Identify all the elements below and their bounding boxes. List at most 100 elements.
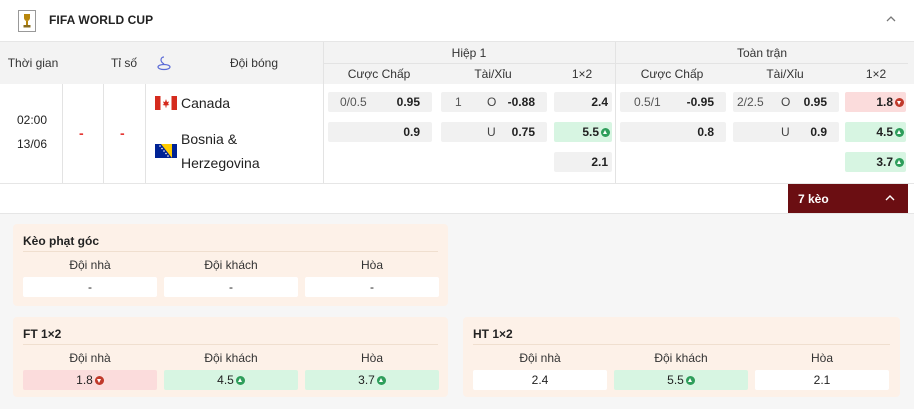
more-odds-bar — [0, 184, 914, 214]
odds-table-header: Thời gian Tỉ số Đội bóng Hiệp 1 Toàn trậ… — [0, 42, 914, 84]
col-half-1x2: 1×2 — [571, 67, 593, 81]
league-header[interactable]: FIFA WORLD CUP — [0, 0, 914, 42]
away-team-name-line1[interactable]: Bosnia & — [181, 131, 237, 147]
col-full-handicap: Cược Chấp — [640, 67, 704, 81]
full-1x2-away[interactable]: 4.5 — [845, 122, 906, 142]
ft-draw-value[interactable]: 3.7 — [305, 370, 439, 390]
arrow-up-icon — [601, 128, 610, 137]
half-handicap-away[interactable]: 0.9 — [328, 122, 432, 142]
more-odds-label: 7 kèo — [798, 192, 829, 206]
full-under[interactable]: U 0.9 — [733, 122, 839, 142]
half-1x2-home[interactable]: 2.4 — [554, 92, 612, 112]
half-under[interactable]: U 0.75 — [441, 122, 547, 142]
score-home: - — [79, 125, 84, 141]
ht-draw-value[interactable]: 2.1 — [755, 370, 889, 390]
value-text: 3.7 — [358, 373, 375, 387]
full-1x2-away-odds: 4.5 — [876, 125, 893, 139]
corner-away-value[interactable]: - — [164, 277, 298, 297]
full-handicap-line: 0.5/1 — [634, 95, 661, 109]
label-draw: Hòa — [360, 258, 383, 272]
match-date: 13/06 — [16, 137, 48, 151]
col-team: Đội bóng — [229, 56, 279, 70]
value-text: - — [88, 280, 92, 294]
expanded-odds-section: Kèo phạt góc Đội nhà Đội khách Hòa - - -… — [0, 214, 914, 409]
corner-home-value[interactable]: - — [23, 277, 157, 297]
half-1x2-draw[interactable]: 2.1 — [554, 152, 612, 172]
label-home: Đội nhà — [519, 351, 561, 365]
value-text: - — [229, 280, 233, 294]
ht-away-value[interactable]: 5.5 — [614, 370, 748, 390]
full-ou-line: 2/2.5 — [737, 95, 764, 109]
arrow-up-icon — [685, 376, 695, 385]
half-under-label: U — [487, 125, 496, 139]
value-text: 2.1 — [813, 373, 831, 387]
half-ou-line: 1 — [455, 95, 462, 109]
full-handicap-away[interactable]: 0.8 — [620, 122, 726, 142]
arrow-up-icon — [376, 376, 386, 385]
arrow-up-icon — [235, 376, 245, 385]
label-draw: Hòa — [360, 351, 383, 365]
group-full: Toàn trận — [736, 46, 788, 60]
ht-1x2-panel: HT 1×2 Đội nhà Đội khách Hòa 2.4 5.5 2.1 — [463, 317, 900, 397]
panel-title: FT 1×2 — [23, 327, 62, 341]
full-handicap-home[interactable]: 0.5/1 -0.95 — [620, 92, 726, 112]
full-1x2-draw[interactable]: 3.7 — [845, 152, 906, 172]
divider — [103, 84, 104, 183]
value-text: 4.5 — [217, 373, 234, 387]
divider — [324, 63, 908, 64]
half-handicap-home[interactable]: 0/0.5 0.95 — [328, 92, 432, 112]
full-1x2-home[interactable]: 1.8 — [845, 92, 906, 112]
col-full-ou: Tài/Xỉu — [766, 67, 804, 81]
half-over-odds: -0.88 — [507, 95, 535, 109]
full-handicap-away-odds: 0.8 — [697, 125, 714, 139]
panel-title: HT 1×2 — [473, 327, 513, 341]
arrow-up-icon — [895, 158, 904, 167]
panel-title: Kèo phạt góc — [23, 234, 100, 248]
stadium-icon — [157, 56, 171, 71]
half-1x2-away[interactable]: 5.5 — [554, 122, 612, 142]
ft-away-value[interactable]: 4.5 — [164, 370, 298, 390]
chevron-up-icon — [885, 195, 895, 201]
col-full-1x2: 1×2 — [865, 67, 887, 81]
full-over[interactable]: 2/2.5 O 0.95 — [733, 92, 839, 112]
home-team-name[interactable]: Canada — [181, 95, 230, 111]
corner-draw-value[interactable]: - — [305, 277, 439, 297]
col-score: Tỉ số — [110, 56, 137, 70]
label-away: Đội khách — [204, 258, 258, 272]
divider — [615, 84, 616, 183]
match-time: 02:00 — [16, 113, 48, 127]
half-handicap-away-odds: 0.9 — [403, 125, 420, 139]
group-half: Hiệp 1 — [451, 46, 487, 60]
corner-odds-panel: Kèo phạt góc Đội nhà Đội khách Hòa - - - — [13, 224, 448, 306]
match-row[interactable]: 02:00 13/06 - - Canada Bosnia & Herzegov… — [0, 84, 914, 184]
score-away: - — [120, 125, 125, 141]
league-title: FIFA WORLD CUP — [49, 13, 154, 27]
arrow-down-icon — [94, 376, 104, 385]
divider — [323, 84, 324, 183]
half-1x2-away-odds: 5.5 — [582, 125, 599, 139]
divider — [62, 84, 63, 183]
divider — [23, 344, 438, 345]
label-home: Đội nhà — [69, 351, 111, 365]
ht-home-value[interactable]: 2.4 — [473, 370, 607, 390]
label-away: Đội khách — [204, 351, 258, 365]
ft-home-value[interactable]: 1.8 — [23, 370, 157, 390]
away-team-name-line2[interactable]: Herzegovina — [181, 155, 260, 171]
full-over-odds: 0.95 — [803, 95, 827, 109]
divider — [145, 84, 146, 183]
ft-1x2-panel: FT 1×2 Đội nhà Đội khách Hòa 1.8 4.5 3.7 — [13, 317, 448, 397]
chevron-up-icon[interactable] — [884, 12, 898, 26]
more-odds-button[interactable]: 7 kèo — [788, 184, 908, 213]
full-1x2-draw-odds: 3.7 — [876, 155, 893, 169]
half-handicap-line: 0/0.5 — [340, 95, 367, 109]
half-over-label: O — [487, 95, 497, 109]
value-text: 2.4 — [531, 373, 549, 387]
value-text: 1.8 — [76, 373, 93, 387]
full-under-odds: 0.9 — [810, 125, 827, 139]
label-away: Đội khách — [654, 351, 708, 365]
half-over[interactable]: 1 O -0.88 — [441, 92, 547, 112]
label-draw: Hòa — [810, 351, 833, 365]
divider — [23, 251, 438, 252]
full-handicap-home-odds: -0.95 — [686, 95, 714, 109]
col-time: Thời gian — [7, 56, 59, 70]
